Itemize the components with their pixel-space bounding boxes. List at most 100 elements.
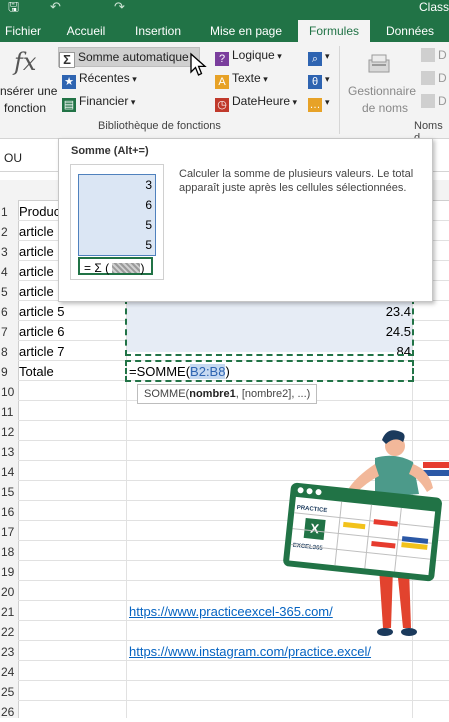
cell-a4[interactable]: article	[19, 262, 54, 282]
insert-function-label-2[interactable]: fonction	[4, 101, 46, 115]
tab-file[interactable]: Fichier	[0, 20, 46, 42]
ribbon-separator	[339, 46, 340, 134]
row-header[interactable]: 21	[0, 602, 18, 622]
cell-a8[interactable]: article 7	[19, 342, 65, 362]
recent-label: Récentes	[79, 71, 130, 85]
tab-insert[interactable]: Insertion	[128, 20, 188, 42]
sigma-icon: Σ	[59, 52, 75, 68]
row-header[interactable]: 2	[0, 222, 18, 242]
financial-button[interactable]: ▤ Financier ▾	[62, 94, 135, 112]
use-in-formula-button[interactable]: D	[421, 71, 447, 85]
row-header[interactable]: 4	[0, 262, 18, 282]
example-formula: = Σ ( )	[78, 257, 153, 275]
cell-a7[interactable]: article 6	[19, 322, 65, 342]
ribbon: fx nsérer une fonction Σ Somme automatiqu…	[0, 42, 449, 144]
row-header[interactable]: 18	[0, 542, 18, 562]
name-manager-label-2[interactable]: de noms	[362, 101, 408, 115]
row-header[interactable]: 11	[0, 402, 18, 422]
example-value: 6	[145, 198, 152, 212]
theta-icon: θ	[308, 75, 322, 89]
row-header[interactable]: 22	[0, 622, 18, 642]
text-button[interactable]: A Texte ▾	[215, 71, 268, 89]
hint-current-arg: nombre1	[189, 388, 236, 400]
tag-icon	[421, 48, 435, 62]
tooltip-description: Calculer la somme de plusieurs valeurs. …	[179, 168, 414, 194]
row-header[interactable]: 6	[0, 302, 18, 322]
row-header[interactable]: 23	[0, 642, 18, 662]
row-header[interactable]: 1	[0, 202, 18, 222]
name-box[interactable]: OU	[4, 151, 22, 165]
create-from-selection-button[interactable]: D	[421, 94, 447, 108]
define-name-button[interactable]: D	[421, 48, 447, 62]
more-functions-icon: …	[308, 98, 322, 112]
row-header[interactable]: 7	[0, 322, 18, 342]
row-header[interactable]: 13	[0, 442, 18, 462]
name-manager-icon[interactable]	[366, 52, 394, 76]
gridline	[18, 680, 449, 681]
autosum-button[interactable]: Σ Somme automatique	[58, 47, 200, 68]
text-label: Texte	[232, 71, 261, 85]
cell-a6[interactable]: article 5	[19, 302, 65, 322]
row-header[interactable]: 26	[0, 702, 18, 722]
example-column: 3 6 5 5	[78, 174, 156, 256]
text-icon: A	[215, 75, 229, 89]
tooltip-example-image: 3 6 5 5 = Σ ( )	[70, 164, 164, 280]
datetime-label: DateHeure	[232, 94, 291, 108]
lookup-icon: ⌕	[308, 52, 322, 66]
row-header[interactable]: 8	[0, 342, 18, 362]
cell-a3[interactable]: article	[19, 242, 54, 262]
row-header[interactable]: 10	[0, 382, 18, 402]
row-header[interactable]: 3	[0, 242, 18, 262]
row-header[interactable]: 25	[0, 682, 18, 702]
cell-a1[interactable]: Produc	[19, 202, 60, 222]
hint-function-name: SOMME(	[144, 388, 190, 400]
example-range-placeholder	[112, 263, 141, 273]
row-header[interactable]: 5	[0, 282, 18, 302]
tab-data[interactable]: Données	[380, 20, 440, 42]
row-header[interactable]: 15	[0, 482, 18, 502]
name-manager-label-1[interactable]: Gestionnaire	[348, 84, 416, 98]
row-header[interactable]: 14	[0, 462, 18, 482]
row-header[interactable]: 24	[0, 662, 18, 682]
recent-button[interactable]: ★ Récentes ▾	[62, 71, 137, 89]
more-functions-button[interactable]: … ▾	[308, 94, 330, 112]
window-title: Class	[418, 0, 449, 14]
tab-page-layout[interactable]: Mise en page	[204, 20, 288, 42]
autosum-tooltip: Somme (Alt+=) Calculer la somme de plusi…	[58, 138, 433, 302]
logical-button[interactable]: ? Logique ▾	[215, 48, 282, 66]
hint-remaining-args: , [nombre2], ...)	[235, 388, 311, 400]
row-header[interactable]: 19	[0, 562, 18, 582]
formula-prefix: =SOMME(	[129, 364, 191, 379]
example-formula-text: = Σ (	[84, 261, 110, 275]
tooltip-title: Somme (Alt+=)	[71, 145, 149, 157]
lookup-button[interactable]: ⌕ ▾	[308, 48, 330, 66]
undo-icon[interactable]: ↶	[50, 0, 61, 14]
tab-home[interactable]: Accueil	[60, 20, 112, 42]
row-header[interactable]: 9	[0, 362, 18, 382]
cell-b9-formula[interactable]: =SOMME(B2:B8)	[129, 362, 230, 382]
insert-function-label-1[interactable]: nsérer une	[0, 84, 57, 98]
tab-formulas[interactable]: Formules	[298, 20, 370, 42]
datetime-button[interactable]: ◷ DateHeure ▾	[215, 94, 297, 112]
use-in-formula-label: D	[438, 71, 447, 85]
insert-function-icon[interactable]: fx	[14, 48, 44, 78]
mouse-cursor-icon	[190, 52, 207, 76]
ribbon-tabs: Fichier Accueil Insertion Mise en page F…	[0, 20, 449, 42]
cell-a5[interactable]: article	[19, 282, 54, 302]
star-icon: ★	[62, 75, 76, 89]
autosum-label: Somme automatique	[78, 50, 189, 64]
cell-a9[interactable]: Totale	[19, 362, 54, 382]
function-argument-hint: SOMME(nombre1, [nombre2], ...)	[137, 384, 318, 404]
cell-a2[interactable]: article	[19, 222, 54, 242]
redo-icon[interactable]: ↷	[114, 0, 125, 14]
row-header[interactable]: 20	[0, 582, 18, 602]
row-header[interactable]: 12	[0, 422, 18, 442]
math-button[interactable]: θ ▾	[308, 71, 330, 89]
save-icon[interactable]: 🖫	[8, 0, 22, 14]
range-marquee	[125, 298, 414, 356]
example-value: 5	[145, 238, 152, 252]
row-header[interactable]: 17	[0, 522, 18, 542]
instagram-link[interactable]: https://www.instagram.com/practice.excel…	[129, 642, 371, 662]
practice-excel-illustration: X PRACTICE EXCEL365	[283, 428, 449, 642]
row-header[interactable]: 16	[0, 502, 18, 522]
